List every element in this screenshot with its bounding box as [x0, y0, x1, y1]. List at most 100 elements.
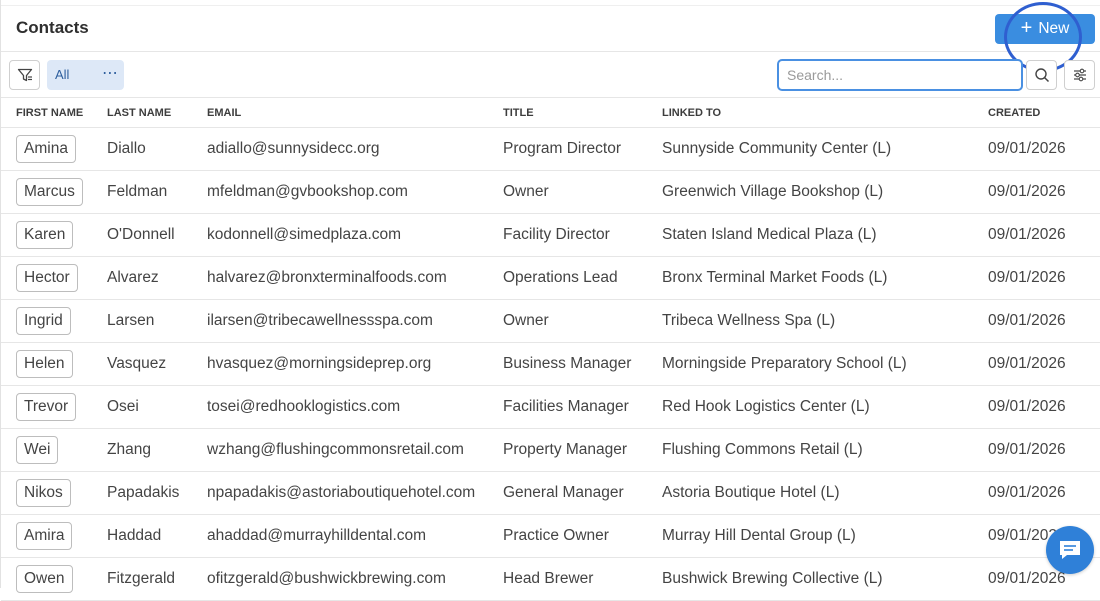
search-button[interactable]: [1026, 60, 1057, 90]
search-input[interactable]: [777, 59, 1023, 91]
column-header-first-name[interactable]: FIRST NAME: [1, 98, 107, 128]
title-cell: Practice Owner: [503, 514, 662, 558]
table-row[interactable]: Marcus Feldman mfeldman@gvbookshop.com Owne…: [1, 170, 1100, 214]
linked-to-cell[interactable]: Flushing Commons Retail (L): [662, 428, 988, 472]
table-row[interactable]: Helen Vasquez hvasquez@morningsideprep.org…: [1, 342, 1100, 386]
email-cell: mfeldman@gvbookshop.com: [207, 170, 503, 214]
title-cell: Owner: [503, 299, 662, 343]
title-cell: Head Brewer: [503, 557, 662, 601]
filter-icon: [17, 68, 32, 82]
contacts-table: FIRST NAME LAST NAME EMAIL TITLE LINKED …: [1, 98, 1100, 601]
chat-icon: [1060, 541, 1080, 559]
first-name-cell: Nikos: [1, 471, 107, 515]
column-settings-button[interactable]: [1064, 60, 1095, 90]
email-cell: tosei@redhooklogistics.com: [207, 385, 503, 429]
created-cell: 09/01/2026: [988, 385, 1100, 429]
last-name-cell: Papadakis: [107, 471, 207, 515]
table-row[interactable]: Wei Zhang wzhang@flushingcommonsretail.com…: [1, 428, 1100, 472]
email-cell: halvarez@bronxterminalfoods.com: [207, 256, 503, 300]
created-cell: 09/01/2026: [988, 213, 1100, 257]
first-name-cell: Karen: [1, 213, 107, 257]
toolbar: All ⋯: [1, 52, 1100, 98]
email-cell: hvasquez@morningsideprep.org: [207, 342, 503, 386]
page-header: Contacts + New: [1, 2, 1100, 72]
title-cell: Owner: [503, 170, 662, 214]
last-name-cell: Fitzgerald: [107, 557, 207, 601]
linked-to-cell[interactable]: Morningside Preparatory School (L): [662, 342, 988, 386]
contact-name-link[interactable]: Helen: [16, 350, 73, 378]
table-row[interactable]: Hector Alvarez halvarez@bronxterminalfoods…: [1, 256, 1100, 300]
contact-name-link[interactable]: Karen: [16, 221, 74, 249]
table-row[interactable]: Amina Diallo adiallo@sunnysidecc.org Progra…: [1, 127, 1100, 171]
email-cell: ahaddad@murrayhilldental.com: [207, 514, 503, 558]
contact-name-link[interactable]: Nikos: [16, 479, 71, 507]
linked-to-cell[interactable]: Murray Hill Dental Group (L): [662, 514, 988, 558]
new-button-label: New: [1038, 20, 1070, 37]
created-cell: 09/01/2026: [988, 342, 1100, 386]
last-name-cell: Larsen: [107, 299, 207, 343]
column-header-title[interactable]: TITLE: [503, 98, 662, 128]
title-cell: Facilities Manager: [503, 385, 662, 429]
table-row[interactable]: Karen O'Donnell kodonnell@simedplaza.com Fa…: [1, 213, 1100, 257]
linked-to-cell[interactable]: Bushwick Brewing Collective (L): [662, 557, 988, 601]
contact-name-link[interactable]: Marcus: [16, 178, 83, 206]
view-selector-all[interactable]: All ⋯: [47, 60, 124, 90]
contacts-page: Contacts + New All ⋯ Search... FIRST NAM…: [0, 0, 1100, 601]
table-header-row: FIRST NAME LAST NAME EMAIL TITLE LINKED …: [1, 98, 1100, 128]
first-name-cell: Helen: [1, 342, 107, 386]
first-name-cell: Trevor: [1, 385, 107, 429]
linked-to-cell[interactable]: Tribeca Wellness Spa (L): [662, 299, 988, 343]
email-cell: wzhang@flushingcommonsretail.com: [207, 428, 503, 472]
email-cell: ofitzgerald@bushwickbrewing.com: [207, 557, 503, 601]
contact-name-link[interactable]: Owen: [16, 565, 73, 593]
new-contact-button[interactable]: + New: [995, 14, 1095, 44]
contact-name-link[interactable]: Ingrid: [16, 307, 71, 335]
linked-to-cell[interactable]: Greenwich Village Bookshop (L): [662, 170, 988, 214]
first-name-cell: Marcus: [1, 170, 107, 214]
last-name-cell: Vasquez: [107, 342, 207, 386]
contact-name-link[interactable]: Hector: [16, 264, 78, 292]
view-menu-icon[interactable]: ⋯: [102, 63, 119, 83]
last-name-cell: Zhang: [107, 428, 207, 472]
last-name-cell: Osei: [107, 385, 207, 429]
created-cell: 09/01/2026: [988, 299, 1100, 343]
column-header-created[interactable]: CREATED: [988, 98, 1100, 128]
created-cell: 09/01/2026: [988, 256, 1100, 300]
contact-name-link[interactable]: Trevor: [16, 393, 77, 421]
first-name-cell: Amira: [1, 514, 107, 558]
linked-to-cell[interactable]: Red Hook Logistics Center (L): [662, 385, 988, 429]
contact-name-link[interactable]: Amira: [16, 522, 73, 550]
contact-name-link[interactable]: Wei: [16, 436, 59, 464]
column-header-linked-to[interactable]: LINKED TO: [662, 98, 988, 128]
contact-name-link[interactable]: Amina: [16, 135, 76, 163]
last-name-cell: Diallo: [107, 127, 207, 171]
first-name-cell: Ingrid: [1, 299, 107, 343]
created-cell: 09/01/2026: [988, 428, 1100, 472]
email-cell: adiallo@sunnysidecc.org: [207, 127, 503, 171]
column-header-email[interactable]: EMAIL: [207, 98, 503, 128]
table-row[interactable]: Owen Fitzgerald ofitzgerald@bushwickbrewin…: [1, 557, 1100, 601]
table-row[interactable]: Amira Haddad ahaddad@murrayhilldental.com P…: [1, 514, 1100, 558]
page-title: Contacts: [16, 18, 89, 37]
linked-to-cell[interactable]: Sunnyside Community Center (L): [662, 127, 988, 171]
table-row[interactable]: Nikos Papadakis npapadakis@astoriaboutique…: [1, 471, 1100, 515]
created-cell: 09/01/2026: [988, 471, 1100, 515]
column-header-last-name[interactable]: LAST NAME: [107, 98, 207, 128]
table-row[interactable]: Ingrid Larsen ilarsen@tribecawellnessspa.c…: [1, 299, 1100, 343]
first-name-cell: Hector: [1, 256, 107, 300]
table-row[interactable]: Trevor Osei tosei@redhooklogistics.com Faci…: [1, 385, 1100, 429]
first-name-cell: Wei: [1, 428, 107, 472]
linked-to-cell[interactable]: Bronx Terminal Market Foods (L): [662, 256, 988, 300]
search-icon: [1034, 68, 1049, 83]
title-cell: General Manager: [503, 471, 662, 515]
chat-button[interactable]: [1046, 526, 1094, 574]
filter-button[interactable]: [9, 60, 40, 90]
email-cell: npapadakis@astoriaboutiquehotel.com: [207, 471, 503, 515]
title-cell: Operations Lead: [503, 256, 662, 300]
linked-to-cell[interactable]: Staten Island Medical Plaza (L): [662, 213, 988, 257]
linked-to-cell[interactable]: Astoria Boutique Hotel (L): [662, 471, 988, 515]
last-name-cell: Alvarez: [107, 256, 207, 300]
last-name-cell: Haddad: [107, 514, 207, 558]
sliders-icon: [1073, 68, 1086, 82]
email-cell: kodonnell@simedplaza.com: [207, 213, 503, 257]
